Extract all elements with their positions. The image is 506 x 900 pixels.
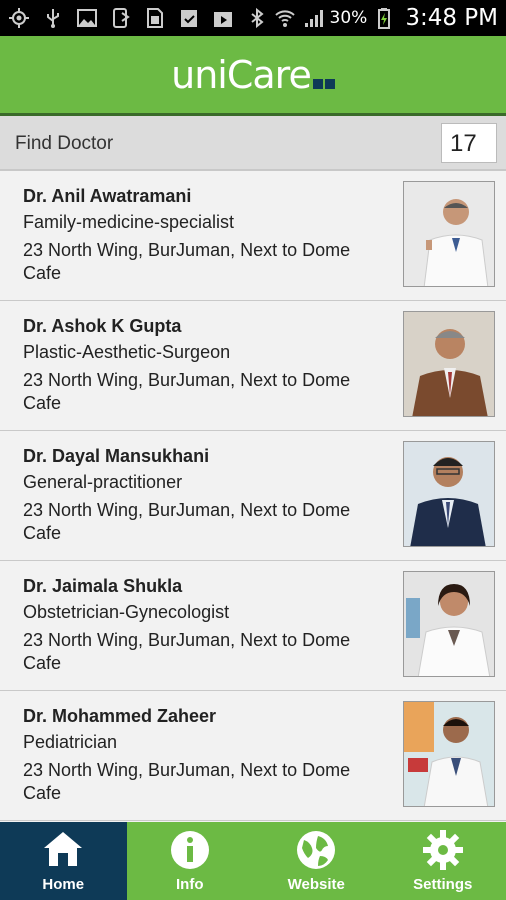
clipboard-check-icon xyxy=(181,10,197,27)
doctor-address: 23 North Wing, BurJuman, Next to Dome Ca… xyxy=(23,370,351,413)
nav-website-label: Website xyxy=(287,876,345,893)
doctor-list[interactable]: Dr. Anil Awatramani Family-medicine-spec… xyxy=(0,171,506,822)
nav-settings-label: Settings xyxy=(413,876,473,893)
doctor-specialty: Obstetrician-Gynecologist xyxy=(23,602,230,622)
battery-charging-icon xyxy=(378,8,391,29)
nav-home[interactable]: Home xyxy=(0,822,127,900)
doctor-list-item[interactable]: Dr. Anil Awatramani Family-medicine-spec… xyxy=(0,171,506,301)
usb-icon xyxy=(47,9,59,28)
wifi-icon xyxy=(274,10,295,27)
unicare-logo: uniCare xyxy=(171,53,335,97)
logo-text: uniCare xyxy=(171,53,312,97)
doctor-photo xyxy=(403,181,495,287)
doctor-count: 17 xyxy=(441,123,497,163)
globe-icon xyxy=(297,831,336,869)
play-store-icon xyxy=(214,12,232,27)
nav-settings[interactable]: Settings xyxy=(380,822,506,900)
image-icon xyxy=(77,9,97,27)
doctor-name: Dr. Anil Awatramani xyxy=(23,186,192,206)
gps-icon xyxy=(9,8,29,28)
phone-forward-icon xyxy=(113,8,130,28)
doctor-photo xyxy=(403,311,495,417)
doctor-list-item[interactable]: Dr. Mohammed Zaheer Pediatrician 23 Nort… xyxy=(0,691,506,821)
find-doctor-bar: Find Doctor 17 xyxy=(0,116,506,171)
doctor-name: Dr. Ashok K Gupta xyxy=(23,316,182,336)
doctor-name: Dr. Jaimala Shukla xyxy=(23,576,183,596)
doctor-specialty: General-practitioner xyxy=(23,472,183,492)
bottom-nav: Home Info Website Settings xyxy=(0,822,506,900)
doctor-address: 23 North Wing, BurJuman, Next to Dome Ca… xyxy=(23,240,351,283)
logo-square-2 xyxy=(324,79,335,89)
signal-icon xyxy=(304,10,323,27)
doctor-list-item[interactable]: Dr. Jaimala Shukla Obstetrician-Gynecolo… xyxy=(0,561,506,691)
doctor-address: 23 North Wing, BurJuman, Next to Dome Ca… xyxy=(23,630,351,673)
doctor-name: Dr. Dayal Mansukhani xyxy=(23,446,210,466)
bluetooth-icon xyxy=(250,7,264,29)
battery-percent: 30% xyxy=(329,8,368,28)
logo-square-1 xyxy=(312,79,323,89)
gear-icon xyxy=(422,830,463,870)
nav-website[interactable]: Website xyxy=(253,822,380,900)
doctor-photo xyxy=(403,701,495,807)
nav-home-label: Home xyxy=(42,876,85,893)
notification-icons xyxy=(0,7,234,29)
doctor-list-item[interactable]: Dr. Ashok K Gupta Plastic-Aesthetic-Surg… xyxy=(0,301,506,431)
info-icon xyxy=(170,831,209,869)
status-bar: 30% 3:48 PM xyxy=(0,0,506,36)
doctor-address: 23 North Wing, BurJuman, Next to Dome Ca… xyxy=(23,500,351,543)
find-doctor-label: Find Doctor xyxy=(15,133,114,154)
nav-info-label: Info xyxy=(176,876,204,893)
doctor-photo xyxy=(403,441,495,547)
sim-icon xyxy=(147,8,163,28)
doctor-name: Dr. Mohammed Zaheer xyxy=(23,706,217,726)
app-header: uniCare xyxy=(0,36,506,114)
doctor-specialty: Family-medicine-specialist xyxy=(23,212,235,232)
doctor-photo xyxy=(403,571,495,677)
doctor-specialty: Plastic-Aesthetic-Surgeon xyxy=(23,342,231,362)
system-icons: 30% 3:48 PM xyxy=(246,5,506,31)
nav-info[interactable]: Info xyxy=(127,822,254,900)
doctor-specialty: Pediatrician xyxy=(23,732,118,752)
doctor-address: 23 North Wing, BurJuman, Next to Dome Ca… xyxy=(23,760,351,803)
clock: 3:48 PM xyxy=(405,5,498,31)
home-icon xyxy=(44,832,83,866)
doctor-list-item[interactable]: Dr. Dayal Mansukhani General-practitione… xyxy=(0,431,506,561)
